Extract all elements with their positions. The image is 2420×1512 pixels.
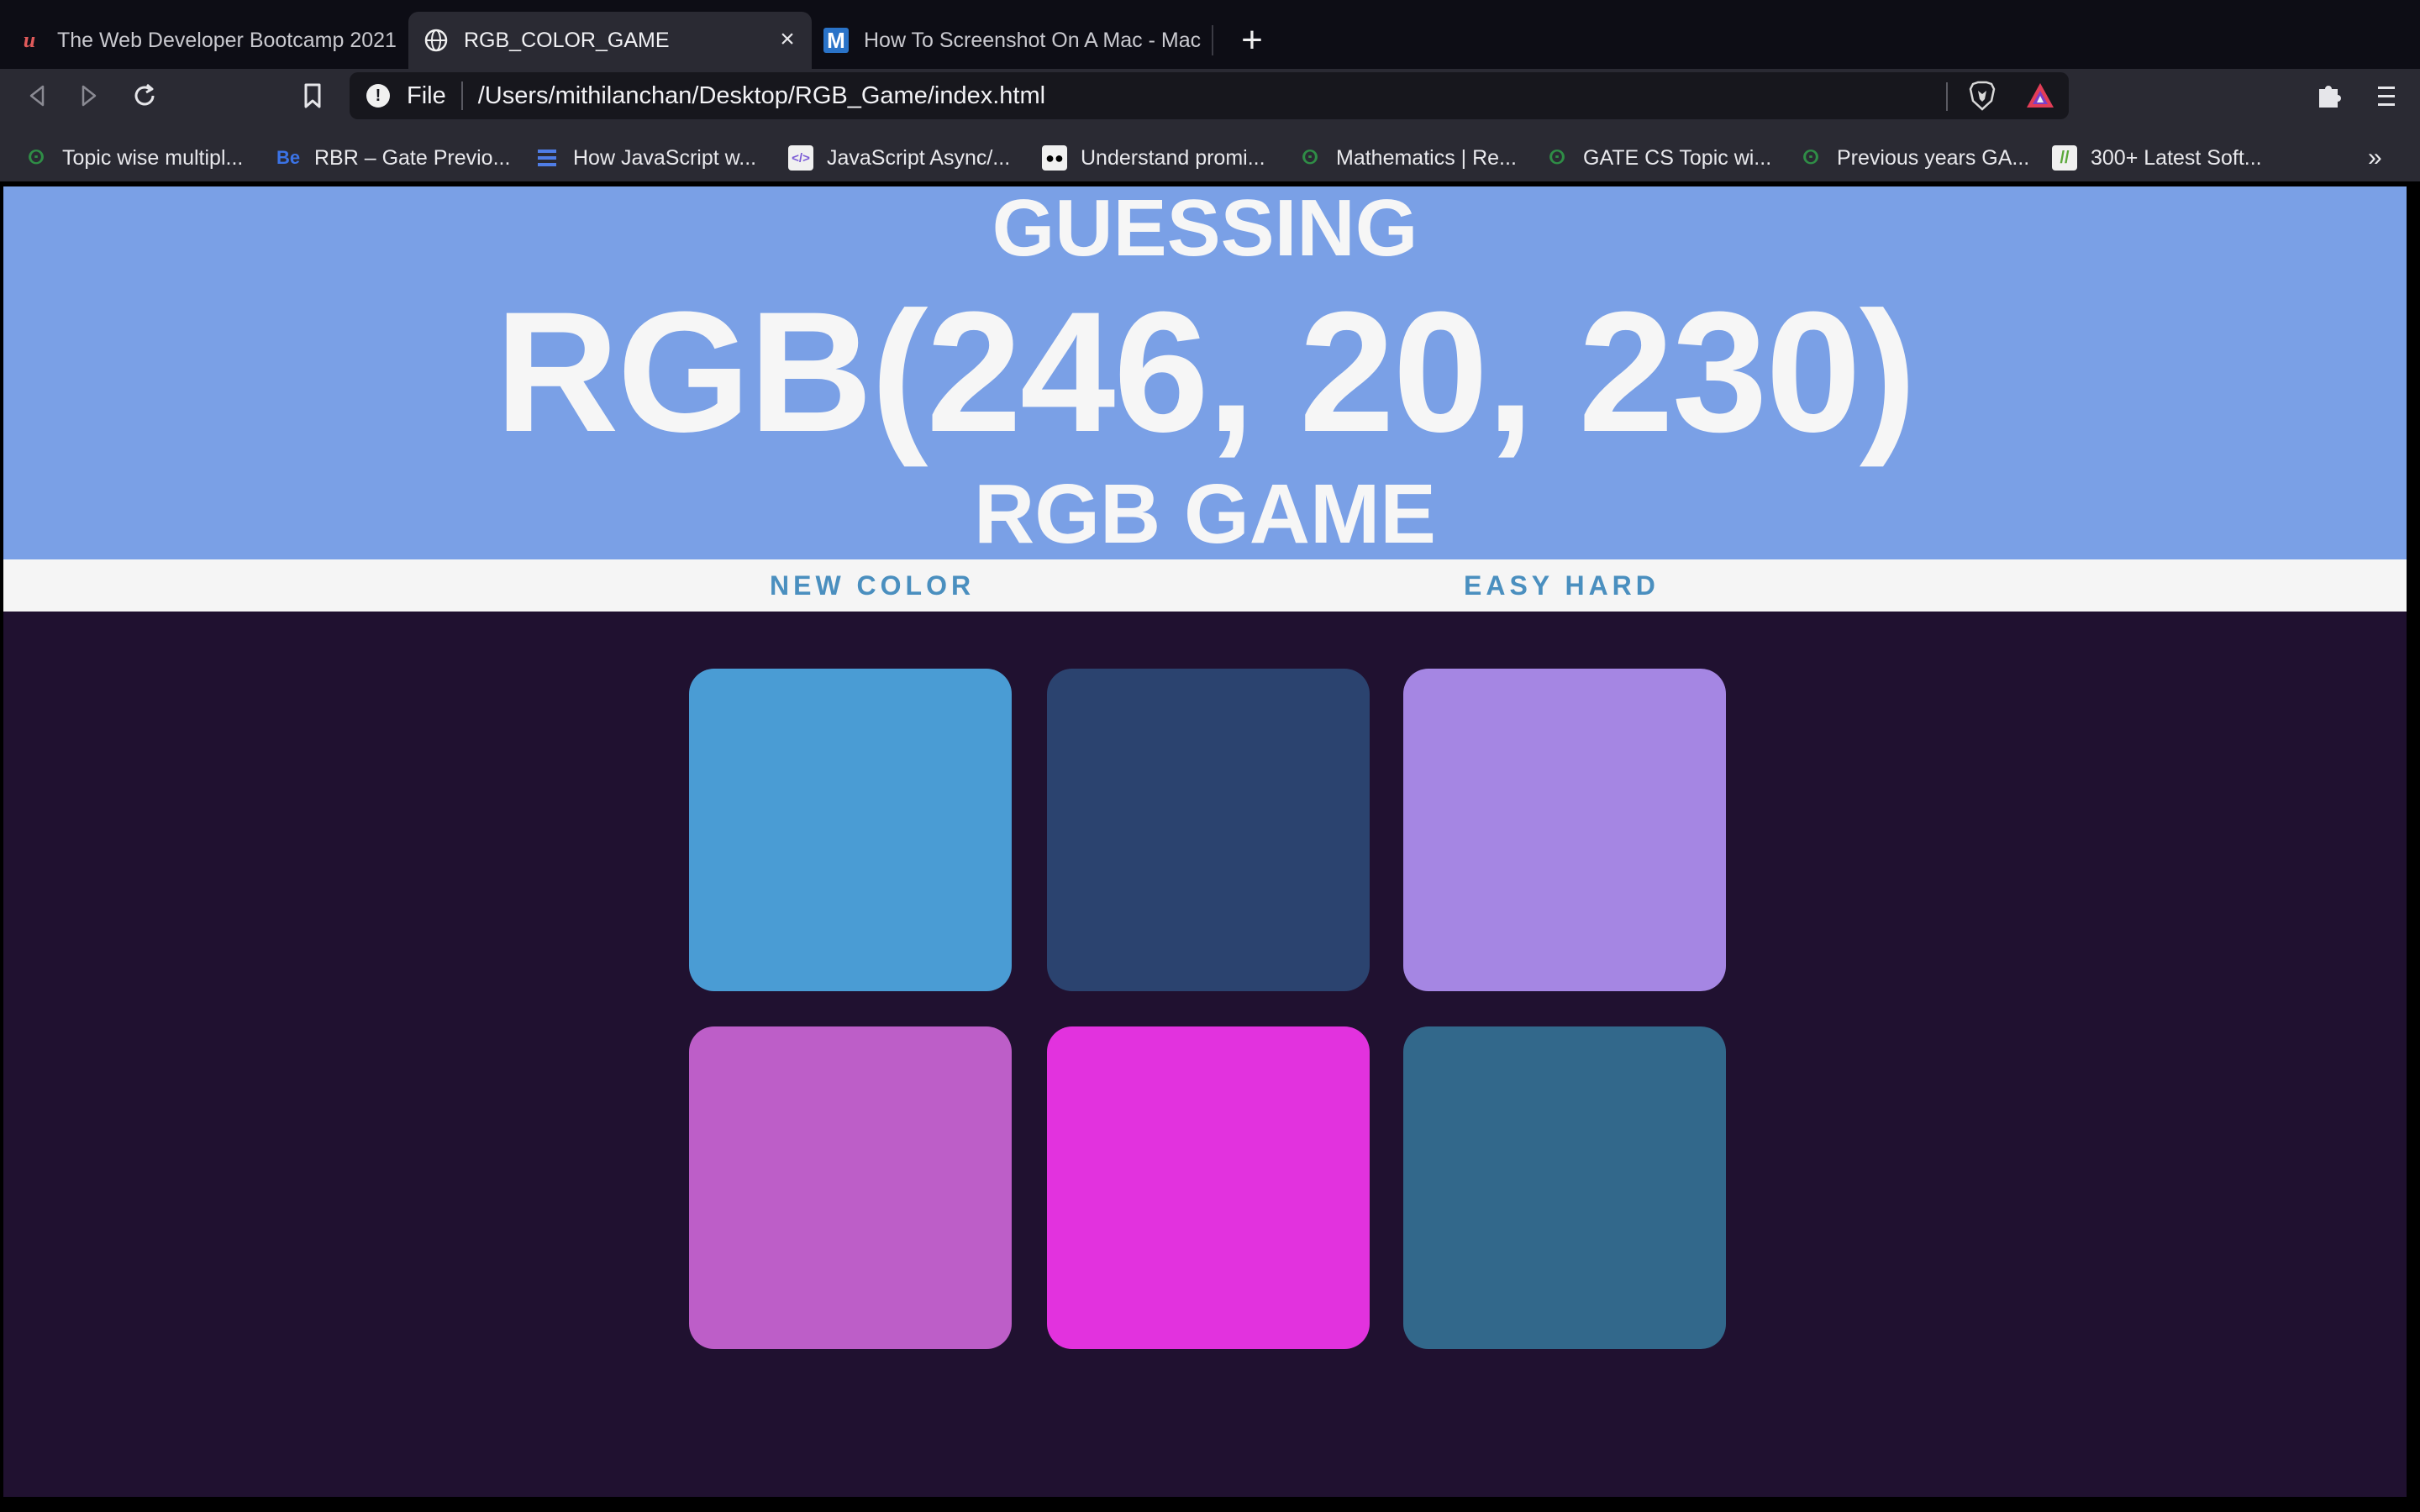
bookmark-item[interactable]: ⵙ Mathematics | Re...	[1297, 134, 1517, 181]
controls-stripe: NEW COLOR EASY HARD	[3, 559, 2407, 612]
color-square[interactable]	[689, 669, 1012, 991]
bookmark-label: JavaScript Async/...	[827, 145, 1011, 170]
address-separator	[460, 81, 463, 110]
tab-screenshot-mac[interactable]: M How To Screenshot On A Mac - Mac	[823, 12, 1208, 69]
bookmark-item[interactable]: </> JavaScript Async/...	[788, 134, 1010, 181]
bookmark-label: How JavaScript w...	[573, 145, 757, 170]
doc-icon	[534, 145, 560, 171]
target-color-display: RGB(246, 20, 230)	[495, 276, 1917, 468]
back-arrow-icon	[29, 85, 45, 107]
m-logo-icon: M	[823, 28, 849, 53]
menu-icon[interactable]	[2370, 79, 2403, 113]
bookmark-item[interactable]: ⵙ GATE CS Topic wi...	[1544, 134, 1771, 181]
tab-title: RGB_COLOR_GAME	[464, 28, 670, 52]
new-tab-button[interactable]: +	[1232, 19, 1272, 60]
color-square[interactable]	[689, 1026, 1012, 1349]
bookmark-label: RBR – Gate Previo...	[314, 145, 511, 170]
color-square[interactable]	[1403, 1026, 1726, 1349]
tab-bar: u The Web Developer Bootcamp 2021 RGB_CO…	[0, 0, 2420, 69]
tab-rgb-color-game[interactable]: RGB_COLOR_GAME ×	[408, 12, 812, 69]
address-scheme: File	[407, 81, 446, 109]
bookmarks-bar: ⵙ Topic wise multipl... Be RBR – Gate Pr…	[0, 134, 2420, 181]
extensions-icon[interactable]	[2312, 79, 2346, 113]
status-message: GUESSING	[992, 186, 1418, 273]
back-button[interactable]	[18, 77, 55, 114]
bookmark-label: Understand promi...	[1081, 145, 1265, 170]
behance-icon: Be	[276, 147, 301, 168]
globe-icon	[424, 28, 449, 53]
gfg-icon: ⵙ	[1302, 147, 1318, 168]
address-url[interactable]: /Users/mithilanchan/Desktop/RGB_Game/ind…	[478, 82, 1045, 110]
info-icon[interactable]: !	[366, 84, 390, 108]
color-square[interactable]	[1047, 1026, 1370, 1349]
gfg-icon: ⵙ	[28, 147, 45, 168]
gfg-icon: ⵙ	[1549, 147, 1565, 168]
tab-divider	[1212, 25, 1213, 55]
bookmark-item[interactable]: ●● Understand promi...	[1042, 134, 1265, 181]
bookmark-label: Topic wise multipl...	[62, 145, 244, 170]
game-page: GUESSING RGB(246, 20, 230) RGB GAME NEW …	[3, 186, 2407, 1497]
bookmark-item[interactable]: // 300+ Latest Soft...	[2052, 134, 2262, 181]
leaf-icon: //	[2052, 145, 2077, 171]
bookmark-label: GATE CS Topic wi...	[1583, 145, 1772, 170]
bookmark-icon	[304, 83, 321, 108]
brave-shields-icon[interactable]	[1968, 81, 1996, 111]
tab-title: How To Screenshot On A Mac - Mac	[864, 28, 1202, 52]
bookmark-item[interactable]: ⵙ Previous years GA...	[1798, 134, 2029, 181]
gfg-icon: ⵙ	[1802, 147, 1819, 168]
reload-button[interactable]	[126, 77, 163, 114]
reload-icon	[134, 83, 155, 106]
new-color-button[interactable]: NEW COLOR	[770, 559, 975, 612]
brave-rewards-icon[interactable]	[2025, 81, 2055, 111]
game-title: RGB GAME	[974, 467, 1436, 561]
color-square[interactable]	[1403, 669, 1726, 991]
forward-arrow-icon	[82, 85, 97, 107]
tab-title: The Web Developer Bootcamp 2021	[57, 28, 397, 52]
address-bar[interactable]: ! File /Users/mithilanchan/Desktop/RGB_G…	[350, 72, 2069, 119]
bookmark-item[interactable]: How JavaScript w...	[534, 134, 756, 181]
bookmark-item[interactable]: ⵙ Topic wise multipl...	[24, 134, 243, 181]
udemy-icon: u	[23, 28, 36, 52]
code-icon: </>	[788, 145, 813, 171]
difficulty-mode-buttons[interactable]: EASY HARD	[1464, 559, 1660, 612]
bookmark-label: Previous years GA...	[1837, 145, 2030, 170]
game-header: GUESSING RGB(246, 20, 230) RGB GAME	[3, 186, 2407, 559]
bookmark-button[interactable]	[294, 77, 331, 114]
address-separator	[1946, 82, 1948, 111]
bookmark-item[interactable]: Be RBR – Gate Previo...	[276, 134, 511, 181]
color-square[interactable]	[1047, 669, 1370, 991]
medium-icon: ●●	[1042, 145, 1067, 171]
forward-button[interactable]	[71, 77, 108, 114]
tab-udemy[interactable]: u The Web Developer Bootcamp 2021	[17, 12, 400, 69]
page-viewport: GUESSING RGB(246, 20, 230) RGB GAME NEW …	[0, 181, 2420, 1512]
bookmark-label: Mathematics | Re...	[1336, 145, 1517, 170]
bookmark-label: 300+ Latest Soft...	[2091, 145, 2262, 170]
bookmarks-overflow-button[interactable]: »	[2368, 134, 2382, 181]
close-tab-icon[interactable]: ×	[773, 25, 802, 54]
